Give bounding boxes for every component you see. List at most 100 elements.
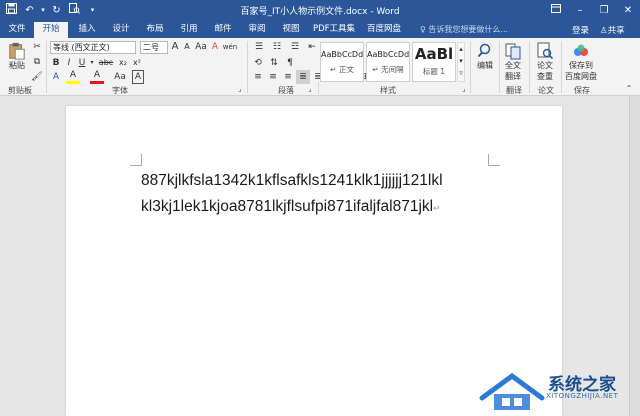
save-line1: 保存到 (569, 61, 593, 70)
full-text-translate-button[interactable]: 全文 翻译 (502, 42, 524, 82)
house-logo-icon (479, 372, 545, 410)
editing-button[interactable]: 编辑 (474, 42, 496, 71)
format-painter-icon[interactable]: 🖌 (31, 70, 43, 84)
close-icon[interactable]: ✕ (616, 0, 640, 22)
translate-group-label: 翻译 (506, 86, 522, 95)
align-center-icon[interactable]: ≡ (266, 70, 280, 84)
translate-line2: 翻译 (505, 72, 521, 81)
style-normal-name: ↵ 正文 (330, 65, 354, 74)
subscript-button[interactable]: x₂ (116, 56, 130, 70)
copy-icon[interactable]: ⧉ (31, 55, 43, 69)
lightbulb-icon: ♀ (420, 25, 426, 34)
highlight-button[interactable]: A (66, 70, 80, 84)
paper-line2: 查重 (537, 72, 553, 81)
clipboard-icon (9, 42, 25, 60)
baidu-cloud-icon (574, 44, 588, 56)
font-name-value: 等线 (西文正文) (53, 43, 110, 52)
window-controls: – ❐ ✕ (544, 0, 640, 22)
decrease-indent-icon[interactable]: ⇤ (305, 40, 319, 54)
styles-group-label: 样式 (380, 86, 396, 95)
maximize-icon[interactable]: ❐ (592, 0, 616, 22)
numbering-icon[interactable]: ☷ (269, 40, 285, 54)
paper-check-icon (537, 42, 554, 60)
paragraph-dialog-launcher-icon[interactable]: ⌟ (306, 82, 314, 96)
align-left-icon[interactable]: ≡ (251, 70, 265, 84)
tab-design[interactable]: 设计 (106, 22, 136, 38)
italic-button[interactable]: I (63, 56, 75, 70)
share-button[interactable]: ♙共享 (600, 24, 625, 36)
underline-button[interactable]: U (76, 56, 88, 70)
align-right-icon[interactable]: ≡ (281, 70, 295, 84)
save-line2: 百度网盘 (565, 72, 597, 81)
share-label: 共享 (607, 26, 625, 36)
style-normal[interactable]: AaBbCcDd ↵ 正文 (320, 42, 364, 82)
document-text-line-2: kl3kj1lek1kjoa8781lkjflsufpi871ifaljfal8… (141, 198, 434, 215)
bullets-icon[interactable]: ☰ (251, 40, 267, 54)
font-dialog-launcher-icon[interactable]: ⌟ (236, 82, 244, 96)
change-case-button[interactable]: Aa (193, 40, 209, 54)
ribbon-display-options-icon[interactable] (544, 0, 568, 22)
style-heading-1-name: 标题 1 (422, 67, 446, 76)
paste-button[interactable]: 粘贴 (6, 42, 28, 71)
style-heading-1[interactable]: AaBl 标题 1 (412, 42, 456, 82)
sort-icon[interactable]: ⇅ (267, 56, 281, 70)
tell-me-box[interactable]: ♀ 告诉我您想要做什么... (420, 24, 508, 35)
group-separator (470, 41, 471, 93)
tell-me-placeholder: 告诉我您想要做什么... (428, 25, 509, 34)
watermark-subtext: XITONGZHIJIA.NET (546, 392, 619, 400)
tab-mailings[interactable]: 邮件 (208, 22, 238, 38)
tab-layout[interactable]: 布局 (140, 22, 170, 38)
paper-check-button[interactable]: 论文 查重 (533, 42, 557, 82)
font-name-combo[interactable]: 等线 (西文正文) (50, 41, 136, 54)
clear-formatting-button[interactable]: A (209, 40, 221, 54)
styles-dialog-launcher-icon[interactable]: ⌟ (460, 82, 468, 96)
tab-insert[interactable]: 插入 (72, 22, 102, 38)
tab-pdf-tools[interactable]: PDF工具集 (310, 22, 358, 38)
paper-line1: 论文 (537, 61, 553, 70)
translate-icon (505, 43, 521, 60)
tab-file[interactable]: 文件 (4, 22, 30, 38)
paste-label: 粘贴 (9, 61, 25, 70)
sign-in-link[interactable]: 登录 (572, 24, 589, 36)
font-size-combo[interactable]: 二号 (140, 41, 168, 54)
bold-button[interactable]: B (50, 56, 62, 70)
title-bar: ↶ ▾ ↻ ▾ 百家号_IT小人物示例文件.docx - Word – ❐ ✕ (0, 0, 640, 22)
superscript-button[interactable]: x² (130, 56, 144, 70)
multilevel-list-icon[interactable]: ☲ (287, 40, 303, 54)
shrink-font-button[interactable]: A (181, 40, 193, 54)
underline-dropdown-icon[interactable]: ▾ (89, 56, 95, 70)
document-text-line[interactable]: 887kjlkfsla1342k1kflsafkls1241klk1jjjjjj… (141, 172, 443, 190)
grow-font-button[interactable]: A (169, 40, 181, 54)
tab-review[interactable]: 审阅 (242, 22, 272, 38)
style-normal-label: 正文 (338, 65, 354, 74)
cut-icon[interactable]: ✂ (31, 40, 43, 54)
minimize-icon[interactable]: – (568, 0, 592, 22)
style-no-spacing[interactable]: AaBbCcDd ↵ 无间隔 (366, 42, 410, 82)
collapse-ribbon-icon[interactable]: ⌃ (624, 82, 634, 96)
tab-view[interactable]: 视图 (276, 22, 306, 38)
save-group-label: 保存 (574, 86, 590, 95)
styles-scroll-icon[interactable]: ▴ ▾ ▿ (457, 42, 465, 82)
ribbon-tabs: 文件 开始 插入 设计 布局 引用 邮件 审阅 视图 PDF工具集 百度网盘 ♀… (0, 22, 640, 38)
show-marks-icon[interactable]: ¶ (283, 56, 297, 70)
phonetic-guide-button[interactable]: wén (221, 40, 239, 54)
font-color-button[interactable]: A (90, 70, 104, 84)
group-separator (561, 41, 562, 93)
tab-home[interactable]: 开始 (34, 22, 68, 38)
paper-group-label: 论文 (538, 86, 554, 95)
font-group-label: 字体 (112, 86, 128, 95)
strikethrough-button[interactable]: abc (97, 56, 115, 70)
save-to-baidu-button[interactable]: 保存到 百度网盘 (564, 42, 598, 82)
document-text-line[interactable]: kl3kj1lek1kjoa8781lkjflsufpi871ifaljfal8… (141, 198, 441, 216)
chinese-layout-icon[interactable]: ⟲ (251, 56, 265, 70)
tab-references[interactable]: 引用 (174, 22, 204, 38)
style-no-spacing-name: ↵ 无间隔 (372, 65, 404, 74)
character-border-button[interactable]: A (132, 70, 144, 84)
style-heading-1-sample: AaBl (414, 45, 454, 63)
paragraph-mark-icon: ↵ (433, 203, 441, 213)
text-effects-button[interactable]: A (50, 70, 62, 84)
tab-baidu-netdisk[interactable]: 百度网盘 (362, 22, 406, 38)
paragraph-group-label: 段落 (278, 86, 294, 95)
translate-line1: 全文 (505, 61, 521, 70)
font-size-aa-button[interactable]: Aa (112, 70, 128, 84)
